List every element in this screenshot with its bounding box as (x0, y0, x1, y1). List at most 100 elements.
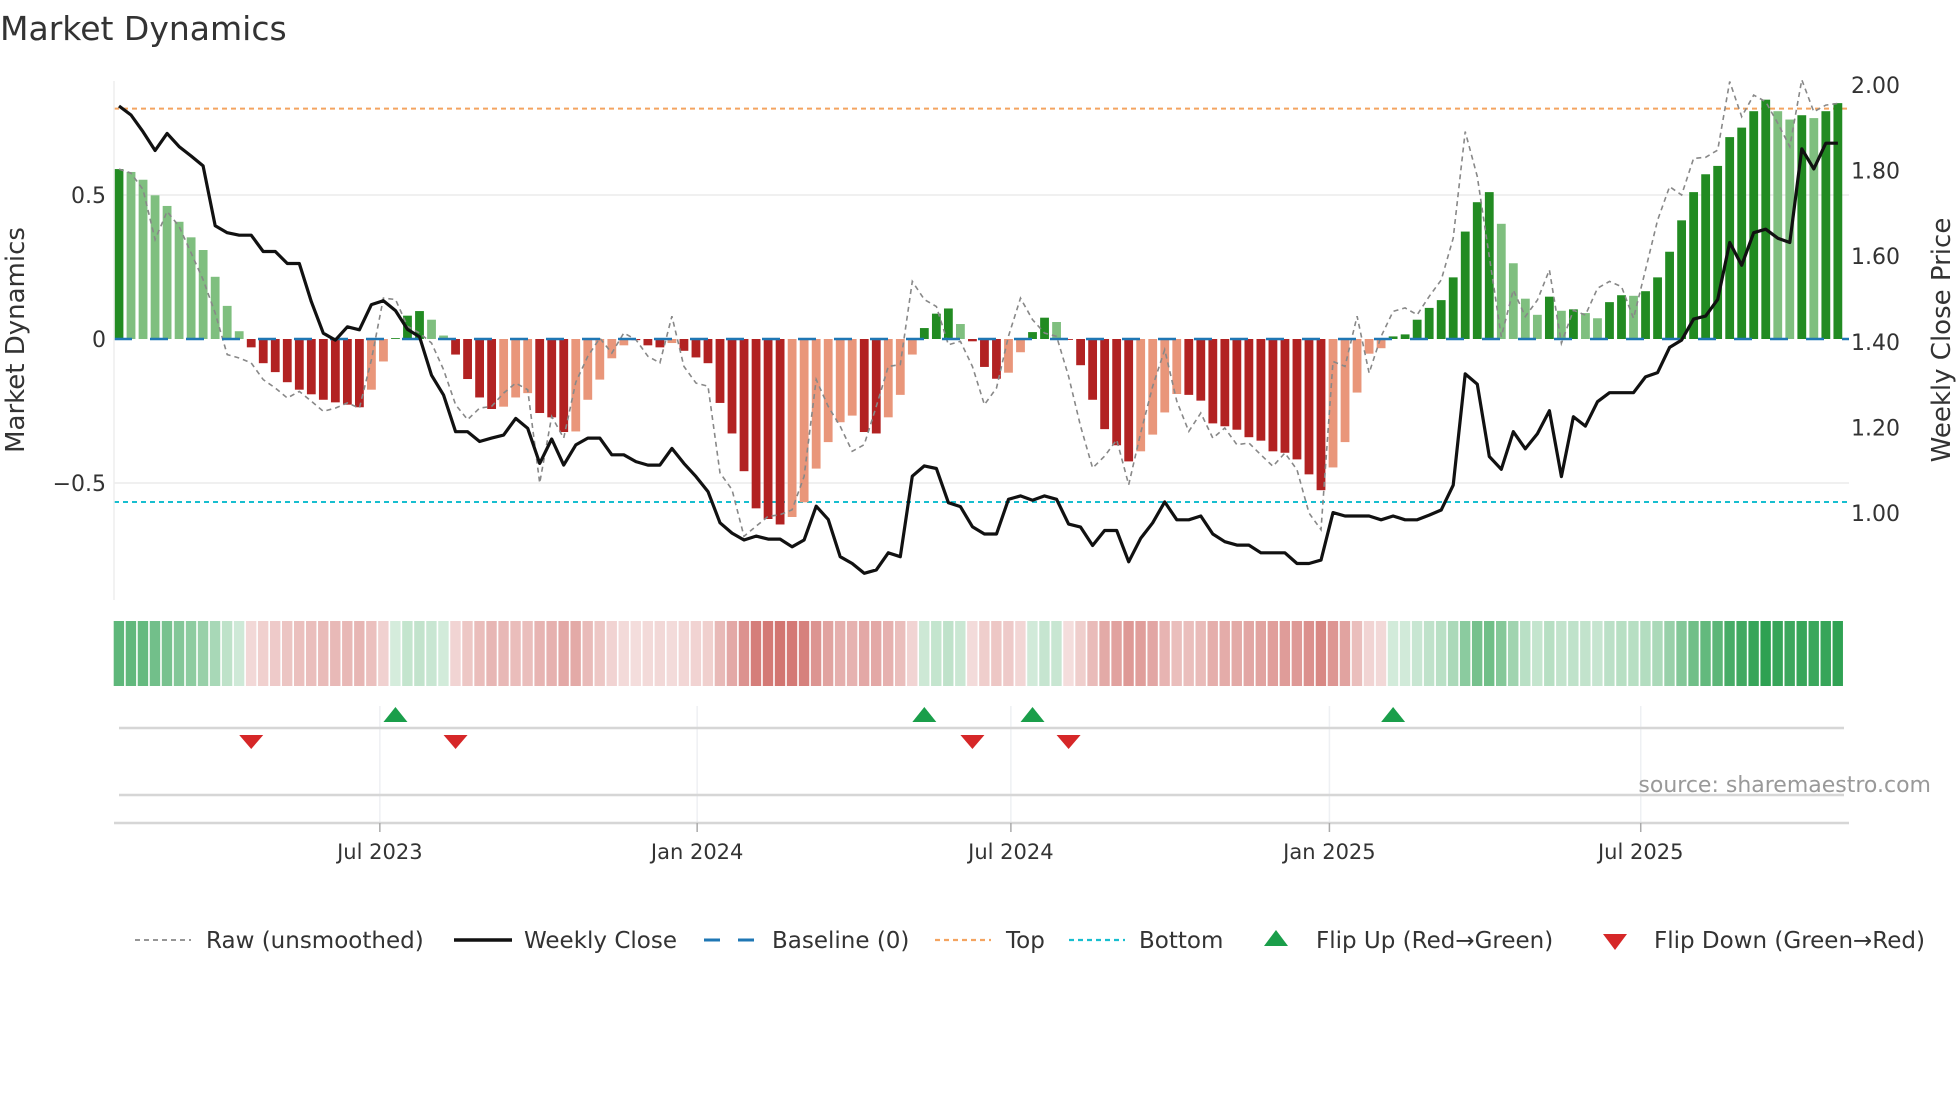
momentum-bar (463, 339, 472, 380)
momentum-bar (475, 339, 484, 398)
heat-cell (762, 621, 774, 686)
momentum-bar (1773, 111, 1783, 339)
heat-cell (149, 621, 161, 686)
momentum-bar (1749, 111, 1759, 339)
momentum-bar (126, 171, 136, 339)
momentum-bar (968, 339, 977, 342)
heat-cell (233, 621, 245, 686)
momentum-bar (1004, 339, 1013, 373)
momentum-bar (1208, 339, 1218, 424)
heat-cell (750, 621, 762, 686)
momentum-bar (198, 250, 208, 339)
heat-cell (1435, 621, 1447, 686)
heat-cell (1255, 621, 1266, 686)
heat-cell (810, 621, 822, 686)
momentum-bar (451, 339, 460, 355)
momentum-bar (391, 338, 400, 339)
heat-cell (474, 621, 485, 686)
heat-cell (1700, 621, 1711, 686)
momentum-bar (739, 339, 749, 472)
legend-label: Weekly Close (524, 928, 677, 954)
momentum-bar (162, 205, 172, 339)
heat-cell (354, 621, 365, 686)
momentum-bar (1220, 339, 1230, 427)
momentum-bar (535, 339, 545, 414)
heat-cell (1063, 621, 1074, 686)
x-tick-label: Jul 2025 (1596, 840, 1683, 864)
momentum-bar (294, 339, 304, 390)
momentum-bar (150, 195, 160, 339)
momentum-bar (1196, 339, 1206, 401)
momentum-bar (559, 339, 569, 433)
heat-cell (402, 621, 413, 686)
heat-cell (1123, 621, 1134, 686)
heat-cell (558, 621, 569, 686)
momentum-bar (943, 308, 953, 339)
momentum-bar (1172, 339, 1182, 395)
heat-cell (1243, 621, 1254, 686)
momentum-bar (1520, 298, 1530, 339)
momentum-bar (1124, 339, 1134, 462)
heat-cell (606, 621, 617, 686)
momentum-bar (907, 339, 917, 355)
heat-cell (1676, 621, 1687, 686)
heat-cell (1459, 621, 1471, 686)
legend-label: Flip Up (Red→Green) (1316, 928, 1553, 954)
legend-label: Raw (unsmoothed) (206, 928, 424, 954)
market-dynamics-chart: Market Dynamics 0.5 0 −0.5 2.00 1.80 1.60 1.40… (0, 9, 1957, 954)
flip-down-icon (443, 735, 468, 749)
momentum-bar (511, 339, 521, 398)
heat-cell (1532, 621, 1543, 686)
heat-cell (1712, 621, 1723, 686)
momentum-bar (1100, 339, 1110, 430)
flip-down-icon (960, 735, 985, 749)
heat-cell (221, 621, 233, 686)
momentum-bar (956, 324, 965, 339)
heat-cell (1471, 621, 1483, 686)
momentum-bar (679, 339, 689, 351)
heat-cell (1772, 621, 1783, 686)
momentum-bar (1581, 313, 1590, 339)
heat-cell (498, 621, 509, 686)
momentum-bar (1112, 339, 1122, 446)
momentum-bar (318, 339, 328, 400)
heat-cell (919, 621, 930, 686)
flip-up-icon (1381, 707, 1406, 722)
momentum-bar (1833, 103, 1843, 340)
momentum-bar (1665, 251, 1674, 339)
momentum-bar (1713, 165, 1723, 339)
heat-cell (642, 621, 653, 686)
momentum-bar (1280, 339, 1290, 453)
y-right-tick-label: 1.20 (1851, 416, 1900, 441)
legend-label: Bottom (1139, 928, 1223, 954)
momentum-bar (1412, 319, 1422, 339)
heat-cell (546, 621, 557, 686)
heat-cell (1375, 621, 1387, 686)
momentum-bar (379, 339, 388, 362)
legend-label: Top (1005, 928, 1045, 954)
y-right-tick-label: 1.80 (1851, 160, 1900, 185)
flip-up-icon (912, 707, 937, 722)
heat-cell (1640, 621, 1651, 686)
heat-cell (798, 621, 810, 686)
momentum-bar (871, 339, 881, 434)
y-right-tick-label: 1.00 (1851, 502, 1900, 527)
heat-cell (1039, 621, 1050, 686)
heat-cell (281, 621, 293, 686)
heat-cell (714, 621, 726, 686)
momentum-bar (787, 339, 797, 517)
flip-up-icon (1020, 707, 1045, 722)
heat-cell (1003, 621, 1014, 686)
heat-cell (245, 621, 257, 686)
momentum-bar (727, 339, 737, 434)
heat-cell (1135, 621, 1146, 686)
heat-cell (594, 621, 605, 686)
momentum-bar (258, 339, 268, 364)
momentum-bar (715, 339, 725, 403)
heat-cell (1159, 621, 1170, 686)
momentum-bar (751, 339, 761, 509)
heat-cell (1568, 621, 1579, 686)
heat-cell (1736, 621, 1747, 686)
momentum-bar (1304, 339, 1314, 475)
momentum-bar (992, 339, 1001, 379)
